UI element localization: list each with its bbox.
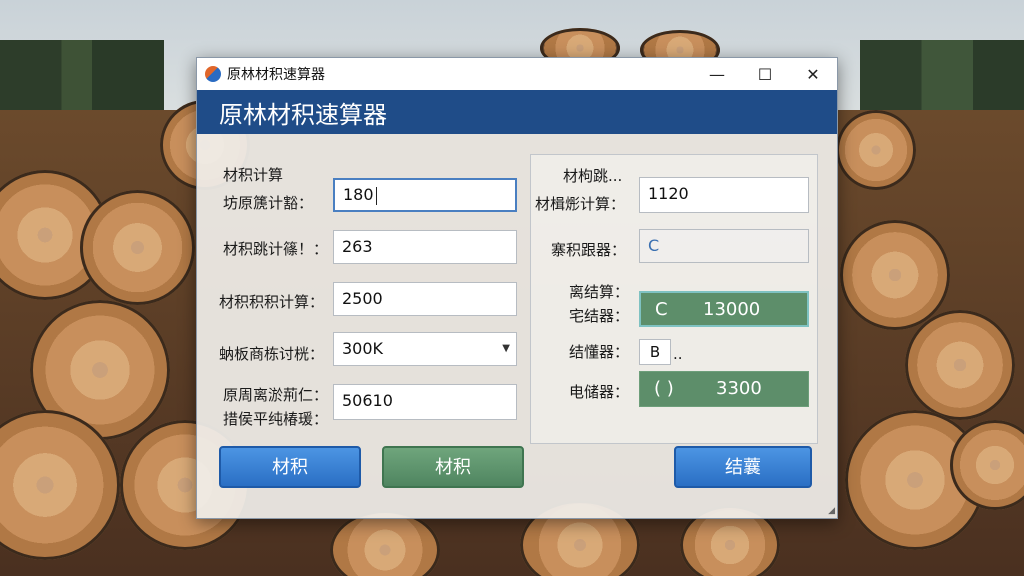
- row4-select[interactable]: 300K ▼: [333, 332, 517, 366]
- right-label4: 结懂器：: [569, 343, 630, 361]
- row1-value: 180: [343, 185, 374, 204]
- right-input1[interactable]: 1120: [639, 177, 809, 213]
- form-body: 材积计算 坊原篪计豁： 180 材积跳计篠！： 263 材积积积计算： 2500…: [197, 134, 837, 518]
- section-label: 材积计算: [223, 166, 284, 184]
- result1-prefix: C: [655, 299, 668, 320]
- result2-value: 3300: [716, 378, 762, 399]
- row5-label-b: 措侯平纯椿瑗：: [223, 410, 329, 428]
- maximize-icon[interactable]: ☐: [741, 58, 789, 90]
- right-label2: 寨积跟器：: [551, 241, 627, 259]
- row3-input[interactable]: 2500: [333, 282, 517, 316]
- resize-grip-icon[interactable]: ◢: [828, 506, 835, 516]
- text-caret: [375, 186, 377, 205]
- volume-button[interactable]: 材积: [382, 446, 524, 488]
- row1-input[interactable]: 180: [333, 178, 517, 212]
- row3-label: 材积积积计算：: [219, 293, 325, 311]
- page-title: 原林材积速算器: [197, 90, 837, 134]
- log-end: [905, 310, 1015, 420]
- row2-label: 材积跳计篠！：: [223, 240, 329, 258]
- chevron-down-icon: ▼: [502, 343, 510, 354]
- log-end: [80, 190, 195, 305]
- row5-input[interactable]: 50610: [333, 384, 517, 420]
- calculator-window: 原林材积速算器 — ☐ ✕ 原林材积速算器 材积计算 坊原篪计豁： 180 材积…: [196, 57, 838, 519]
- right-label1-a: 材枸跳...: [563, 167, 623, 185]
- row4-label: 蚋板商栋讨桄：: [219, 345, 325, 363]
- right-label1-b: 材楫烿计算：: [535, 195, 626, 213]
- window-title: 原林材积速算器: [227, 67, 325, 83]
- result-button[interactable]: 结蘘: [674, 446, 812, 488]
- close-icon[interactable]: ✕: [789, 58, 837, 90]
- results-panel: 材枸跳... 材楫烿计算： 1120 寨积跟器： C 离结算： 宅结器： C 1…: [530, 154, 818, 444]
- right-label3-b: 宅结器：: [569, 307, 630, 325]
- row1-label: 坊原篪计豁：: [223, 194, 314, 212]
- row5-label-a: 原周离淤荊仁：: [223, 386, 329, 404]
- right-label5: 电储器：: [569, 383, 630, 401]
- calculate-button[interactable]: 材积: [219, 446, 361, 488]
- result1-value: 13000: [703, 299, 761, 320]
- right-box4-dots: ..: [673, 345, 683, 363]
- result-display-2: ( ) 3300: [639, 371, 809, 407]
- right-label3-a: 离结算：: [569, 283, 630, 301]
- row4-value: 300K: [342, 339, 384, 358]
- title-bar[interactable]: 原林材积速算器 — ☐ ✕: [197, 58, 837, 90]
- minimize-icon[interactable]: —: [693, 58, 741, 90]
- window-controls: — ☐ ✕: [693, 58, 837, 90]
- log-end: [840, 220, 950, 330]
- result-display-1: C 13000: [639, 291, 809, 327]
- app-icon: [205, 66, 221, 82]
- log-end: [836, 110, 916, 190]
- right-input2[interactable]: C: [639, 229, 809, 263]
- row2-input[interactable]: 263: [333, 230, 517, 264]
- right-box4[interactable]: B: [639, 339, 671, 365]
- result2-prefix: ( ): [654, 378, 674, 399]
